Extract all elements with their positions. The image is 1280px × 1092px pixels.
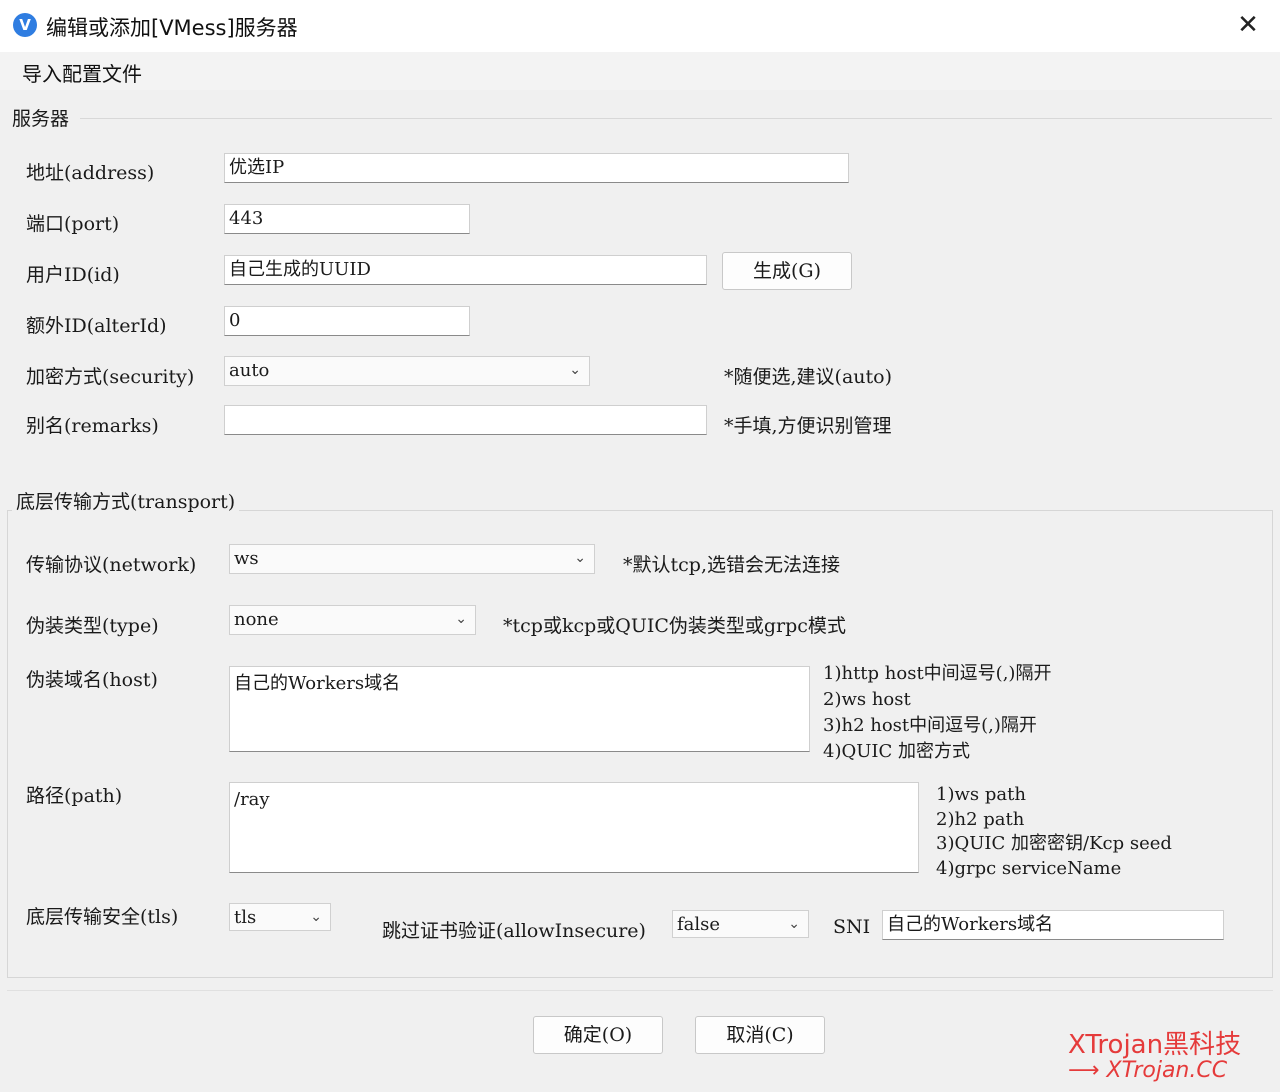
cancel-button[interactable]: 取消(C) [695,1016,825,1054]
user-id-input[interactable]: 自己生成的UUID [224,255,707,285]
type-label: 伪装类型(type) [26,615,159,637]
network-label: 传输协议(network) [26,554,197,576]
host-textarea[interactable]: 自己的Workers域名 [229,666,810,752]
alter-id-input[interactable]: 0 [224,306,470,336]
path-hint-line: 1)ws path [936,784,1026,805]
address-label: 地址(address) [26,162,155,184]
remarks-hint: *手填,方便识别管理 [724,415,892,437]
user-id-label: 用户ID(id) [26,264,120,286]
alter-id-label: 额外ID(alterId) [26,315,167,337]
chevron-down-icon: ⌄ [788,916,800,932]
server-group-divider [80,118,1272,119]
generate-button[interactable]: 生成(G) [722,252,852,290]
address-input[interactable]: 优选IP [224,153,849,183]
window-title: 编辑或添加[VMess]服务器 [46,16,298,40]
host-hint-line: 2)ws host [823,689,911,710]
title-bar: V 编辑或添加[VMess]服务器 ✕ [0,0,1280,53]
remarks-input[interactable] [224,405,707,435]
type-select-value: none [234,609,279,630]
allow-insecure-select-value: false [677,914,721,935]
tls-select-value: tls [234,907,257,928]
path-hint-line: 3)QUIC 加密密钥/Kcp seed [936,833,1172,854]
host-hint-line: 3)h2 host中间逗号(,)隔开 [823,715,1037,736]
host-hints: 1)http host中间逗号(,)隔开 2)ws host 3)h2 host… [823,661,1051,765]
chevron-down-icon: ⌄ [455,611,467,627]
path-textarea[interactable]: /ray [229,782,919,873]
footer-divider [7,990,1273,991]
path-hint-line: 2)h2 path [936,808,1025,830]
menu-bar: 导入配置文件 [0,52,1280,90]
sni-label: SNI [833,916,871,938]
host-hint-line: 4)QUIC 加密方式 [823,741,971,762]
transport-group-title: 底层传输方式(transport) [12,487,240,514]
path-hints: 1)ws path 2)h2 path 3)QUIC 加密密钥/Kcp seed… [936,783,1172,881]
path-hint-line: 4)grpc serviceName [936,857,1122,879]
type-hint: *tcp或kcp或QUIC伪装类型或grpc模式 [503,615,846,637]
allow-insecure-select[interactable]: false ⌄ [672,910,809,938]
sni-input[interactable]: 自己的Workers域名 [882,910,1224,940]
allow-insecure-label: 跳过证书验证(allowInsecure) [382,920,646,942]
path-label: 路径(path) [26,785,123,807]
chevron-down-icon: ⌄ [574,550,586,566]
host-hint-line: 1)http host中间逗号(,)隔开 [823,663,1052,684]
chevron-down-icon: ⌄ [310,909,322,925]
tls-select[interactable]: tls ⌄ [229,903,331,931]
watermark-title: XTrojan黑科技 [1068,1030,1242,1060]
menu-item-import-config[interactable]: 导入配置文件 [22,58,142,87]
security-label: 加密方式(security) [26,366,195,388]
chevron-down-icon: ⌄ [569,362,581,378]
remarks-label: 别名(remarks) [26,415,159,437]
network-select[interactable]: ws ⌄ [229,544,595,574]
ok-button[interactable]: 确定(O) [533,1016,663,1054]
type-select[interactable]: none ⌄ [229,605,476,635]
close-icon[interactable]: ✕ [1234,8,1262,42]
tls-label: 底层传输安全(tls) [26,906,179,928]
port-label: 端口(port) [26,213,120,235]
security-hint: *随便选,建议(auto) [724,366,893,388]
server-group-title: 服务器 [8,104,74,131]
network-select-value: ws [234,548,259,569]
host-label: 伪装域名(host) [26,669,158,691]
app-icon: V [13,13,37,37]
network-hint: *默认tcp,选错会无法连接 [623,554,840,576]
security-select[interactable]: auto ⌄ [224,356,590,386]
security-select-value: auto [229,360,270,381]
port-input[interactable]: 443 [224,204,470,234]
watermark-url: ⟶ XTrojan.CC [1068,1058,1228,1083]
